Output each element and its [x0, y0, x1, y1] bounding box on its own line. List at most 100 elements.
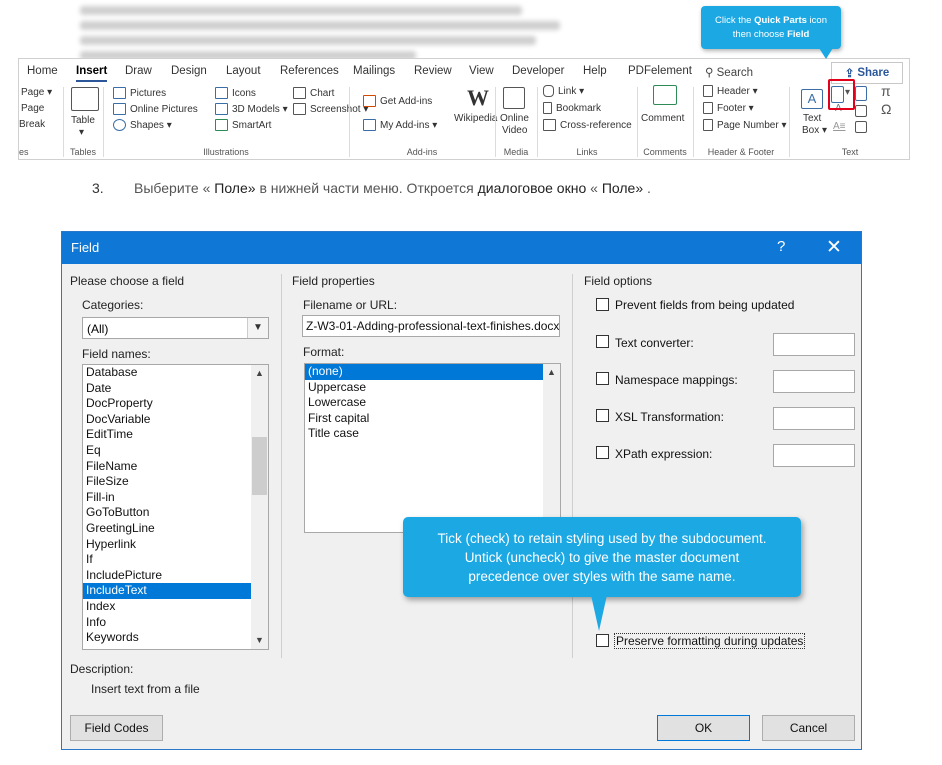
shapes-button[interactable]: Shapes ▾ — [113, 119, 172, 131]
format-scrollbar[interactable]: ▲ — [543, 364, 560, 532]
field-name-item[interactable]: EditTime — [83, 427, 268, 443]
header-button[interactable]: Header ▾ — [703, 85, 758, 97]
field-name-item[interactable]: IncludePicture — [83, 568, 268, 584]
cancel-button[interactable]: Cancel — [762, 715, 855, 741]
tab-pdfelement[interactable]: PDFelement — [628, 65, 692, 77]
field-name-item[interactable]: If — [83, 552, 268, 568]
tab-design[interactable]: Design — [171, 65, 207, 77]
ok-button[interactable]: OK — [657, 715, 750, 741]
symbol-icon[interactable]: Ω — [881, 101, 891, 117]
field-names-listbox[interactable]: Database Date DocProperty DocVariable EditTi… — [82, 364, 269, 650]
field-name-item[interactable]: DocProperty — [83, 396, 268, 412]
link-button[interactable]: Link ▾ — [543, 85, 584, 97]
ribbon-search[interactable]: ⚲ Search — [705, 65, 753, 79]
namespace-input[interactable] — [773, 370, 855, 393]
xsl-checkbox[interactable] — [596, 409, 609, 422]
tab-review[interactable]: Review — [414, 65, 452, 77]
3d-models-button[interactable]: 3D Models ▾ — [215, 103, 288, 115]
icons-button[interactable]: Icons — [215, 87, 256, 99]
table-button[interactable]: Table — [71, 115, 95, 126]
comment-button[interactable]: Comment — [641, 113, 684, 124]
my-addins-button[interactable]: My Add-ins ▾ — [363, 119, 437, 131]
xsl-input[interactable] — [773, 407, 855, 430]
field-name-item[interactable]: DocVariable — [83, 412, 268, 428]
links-group-label: Links — [576, 147, 598, 157]
tab-help[interactable]: Help — [583, 65, 607, 77]
field-name-item[interactable]: Database — [83, 365, 268, 381]
scroll-thumb[interactable] — [252, 437, 267, 495]
equation-icon[interactable]: π — [881, 83, 891, 99]
format-item[interactable]: (none) — [305, 364, 560, 380]
tab-references[interactable]: References — [280, 65, 339, 77]
field-options-heading: Field options — [584, 274, 653, 288]
tab-draw[interactable]: Draw — [125, 65, 152, 77]
xpath-checkbox[interactable] — [596, 446, 609, 459]
object-icon[interactable] — [855, 121, 867, 133]
field-name-item[interactable]: Fill-in — [83, 490, 268, 506]
field-name-item[interactable]: FileSize — [83, 474, 268, 490]
bookmark-icon — [543, 102, 552, 114]
categories-dropdown[interactable]: (All) ▼ — [82, 317, 269, 339]
help-icon[interactable]: ? — [777, 238, 785, 255]
date-time-icon[interactable] — [855, 105, 867, 117]
step-bold-field: Поле» — [601, 180, 644, 196]
field-names-scrollbar[interactable]: ▲ ▼ — [251, 365, 268, 649]
scroll-up-icon[interactable]: ▲ — [251, 365, 268, 382]
media-group-label: Media — [503, 147, 529, 157]
footer-button[interactable]: Footer ▾ — [703, 102, 754, 114]
bookmark-button[interactable]: Bookmark — [543, 102, 601, 114]
field-name-item[interactable]: GreetingLine — [83, 521, 268, 537]
format-listbox[interactable]: (none) Uppercase Lowercase First capital Tit… — [304, 363, 561, 533]
chart-button[interactable]: Chart — [293, 87, 334, 99]
text-box-button[interactable]: Text — [803, 113, 821, 124]
page-button[interactable]: Page ▾ — [21, 87, 52, 98]
tab-view[interactable]: View — [469, 65, 494, 77]
scroll-down-icon[interactable]: ▼ — [251, 632, 268, 649]
field-name-item[interactable]: Eq — [83, 443, 268, 459]
close-icon[interactable]: ✕ — [826, 236, 842, 259]
tab-insert[interactable]: Insert — [76, 65, 108, 82]
prevent-update-checkbox[interactable] — [596, 298, 609, 311]
xpath-input[interactable] — [773, 444, 855, 467]
get-addins-button[interactable]: Get Add-ins — [363, 95, 432, 107]
field-name-item[interactable]: FileName — [83, 459, 268, 475]
field-name-item[interactable]: Date — [83, 381, 268, 397]
field-name-item[interactable]: Keywords — [83, 630, 268, 646]
field-name-item[interactable]: Info — [83, 615, 268, 631]
step-bold-field: Поле» — [214, 180, 256, 196]
tab-developer[interactable]: Developer — [512, 65, 564, 77]
filename-input[interactable]: Z-W3-01-Adding-professional-text-finishe… — [302, 315, 560, 337]
namespace-checkbox[interactable] — [596, 372, 609, 385]
pictures-label: Pictures — [130, 87, 167, 99]
format-item[interactable]: First capital — [305, 411, 560, 427]
pages-group-label: es — [19, 147, 29, 157]
text-converter-input[interactable] — [773, 333, 855, 356]
wikipedia-button[interactable]: Wikipedia — [454, 113, 497, 124]
preserve-formatting-checkbox[interactable] — [596, 634, 609, 647]
tab-home[interactable]: Home — [27, 65, 58, 77]
field-name-item[interactable]: GoToButton — [83, 505, 268, 521]
tab-layout[interactable]: Layout — [226, 65, 261, 77]
online-pictures-button[interactable]: Online Pictures — [113, 103, 198, 115]
pictures-button[interactable]: Pictures — [113, 87, 166, 99]
tab-mailings[interactable]: Mailings — [353, 65, 395, 77]
chevron-down-icon[interactable]: ▼ — [247, 318, 268, 338]
cross-reference-button[interactable]: Cross-reference — [543, 119, 632, 131]
scroll-up-icon[interactable]: ▲ — [543, 364, 560, 381]
page-number-button[interactable]: Page Number ▾ — [703, 119, 787, 131]
page-break-button[interactable]: Break — [19, 119, 45, 130]
text-converter-checkbox[interactable] — [596, 335, 609, 348]
format-item[interactable]: Title case — [305, 426, 560, 442]
blank-page-button[interactable]: Page — [21, 103, 44, 114]
format-item[interactable]: Lowercase — [305, 395, 560, 411]
online-video-button[interactable]: Online — [500, 113, 529, 124]
signature-line-icon[interactable] — [855, 86, 867, 101]
field-codes-button[interactable]: Field Codes — [70, 715, 163, 741]
format-item[interactable]: Uppercase — [305, 380, 560, 396]
addins-icon — [363, 119, 376, 131]
smartart-button[interactable]: SmartArt — [215, 119, 271, 131]
field-name-item[interactable]: Index — [83, 599, 268, 615]
field-name-item[interactable]: Hyperlink — [83, 537, 268, 553]
field-name-item[interactable]: IncludeText — [83, 583, 268, 599]
drop-cap-icon[interactable]: A≡ — [833, 121, 846, 132]
